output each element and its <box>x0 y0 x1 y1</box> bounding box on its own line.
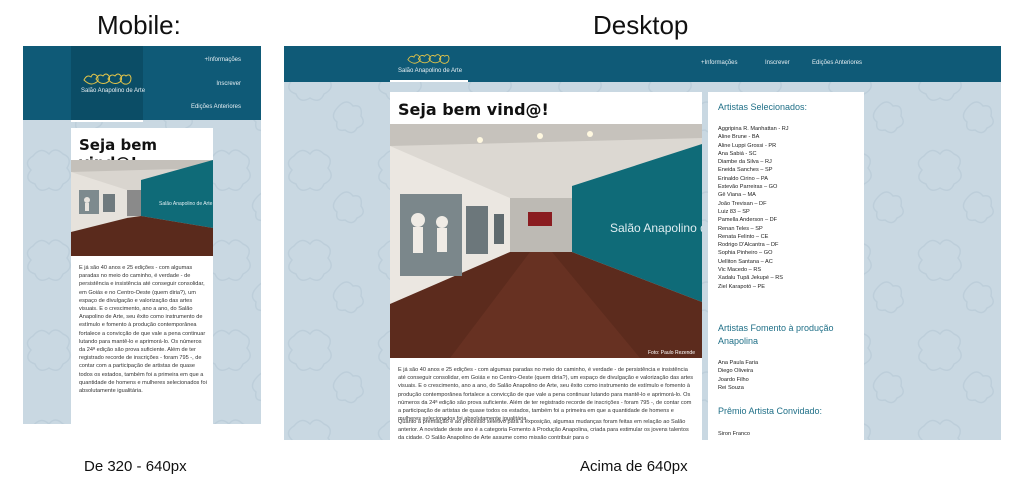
artist-list-item: Sophia Pinheiro – GO <box>718 250 773 257</box>
mobile-label: Mobile: <box>97 10 181 40</box>
photo-credit: Foto: Paulo Rezende <box>648 350 695 356</box>
artist-list-item: Diambe da Silva – RJ <box>718 159 772 166</box>
artist-list-item: Xadalu Tupã Jekupé – RS <box>718 275 783 282</box>
artist-list-item: João Trevisan – DF <box>718 200 767 207</box>
artist-list-item: Ziel Karapotó – PE <box>718 283 765 290</box>
mobile-header: Salão Anapolino de Arte +Informações Ins… <box>23 46 261 120</box>
desktop-label: Desktop <box>593 10 689 40</box>
artist-list-item: Renata Felinto – CE <box>718 233 769 240</box>
logo-text: Salão Anapolino de Arte <box>81 88 146 94</box>
nav-item-inscrever[interactable]: Inscrever <box>216 81 241 87</box>
gallery-wall-text: Salão Anapolino de Arte <box>159 201 213 207</box>
mobile-range-label: De 320 - 640px <box>84 458 187 475</box>
intro-paragraph: E já são 40 anos e 25 edições - com algu… <box>398 367 694 423</box>
artist-list-item: Ana Sabiá - SC <box>718 150 757 157</box>
desktop-preview: Salão Anapolino de Arte +Informações Ins… <box>284 46 1001 440</box>
invited-artist-heading: Prêmio Artista Convidado: <box>718 406 823 416</box>
fomento-artists-list: Ana Paula Faria Diego Oliveira Joardo Filh… <box>718 359 758 392</box>
artist-list-item: Ana Paula Faria <box>718 360 759 366</box>
fomento-artists-heading: Artistas Fomento à produção Anapolina <box>718 323 834 346</box>
desktop-logo[interactable]: Salão Anapolino de Arte <box>390 46 468 82</box>
artist-list-item: Aline Brune - BA <box>718 134 760 141</box>
gallery-photo-image: Salão Anapolino de Arte <box>71 160 213 256</box>
gallery-photo: Salão Anapolino de Arte <box>71 160 213 256</box>
artist-list-item: Luiz 83 – SP <box>718 208 750 215</box>
artist-list-item: Diego Oliveira <box>718 368 754 375</box>
gallery-wall-text: Salão Anapolino de Arte <box>610 221 702 235</box>
artist-list-item: Rodrigo D'Alcantra – DF <box>718 242 779 249</box>
desktop-logo-underline <box>390 80 468 82</box>
intro-paragraph: E já são 40 anos e 25 edições - com algu… <box>79 265 207 395</box>
nav-item-edicoes[interactable]: Edições Anteriores <box>191 104 241 110</box>
artist-list-item: Uelliton Santana – AC <box>718 258 773 265</box>
artist-list-item: Aggripina R. Manhattan - RJ <box>718 126 789 132</box>
mobile-preview: Salão Anapolino de Arte +Informações Ins… <box>23 46 261 424</box>
nav-item-informacoes[interactable]: +Informações <box>204 57 241 63</box>
artist-list-item: Eneida Sanches – SP <box>718 167 773 174</box>
artist-list-item: Estevão Parreiras – GO <box>718 184 778 191</box>
artist-list-item: Pamella Anderson – DF <box>718 217 778 224</box>
nav-item-inscrever[interactable]: Inscrever <box>765 60 790 66</box>
desktop-sidebar: Artistas Selecionados: Aggripina R. Manh… <box>708 92 864 440</box>
artist-list-item: Joardo Filho <box>718 376 749 383</box>
artist-list-item: Vic Macedo – RS <box>718 267 762 274</box>
prize-paragraph: Quanto à premiação e ao processo seletiv… <box>398 419 689 440</box>
gallery-photo-image: Salão Anapolino de Arte Foto: Paulo Reze… <box>390 124 702 358</box>
desktop-header: Salão Anapolino de Arte +Informações Ins… <box>284 46 1001 82</box>
artist-list-item: Gê Viana – MA <box>718 192 756 199</box>
selected-artists-list: Aggripina R. Manhattan - RJ Aline Brune -… <box>718 125 789 291</box>
mobile-logo[interactable]: Salão Anapolino de Arte <box>71 46 146 120</box>
gallery-photo: Salão Anapolino de Arte Foto: Paulo Reze… <box>390 124 702 358</box>
nav-item-edicoes[interactable]: Edições Anteriores <box>812 60 862 66</box>
artist-list-item: Siron Franco <box>718 431 751 437</box>
artist-list-item: Rei Souza <box>718 384 744 391</box>
invited-artist-list: Siron Franco <box>718 430 750 438</box>
desktop-range-label: Acima de 640px <box>580 458 688 475</box>
logo-mark-icon <box>83 73 132 85</box>
desktop-content-card: Seja bem vind@! Salão Anapolino Foto: Pa… <box>390 92 702 440</box>
artist-list-item: Renan Teles – SP <box>718 225 763 232</box>
nav-item-informacoes[interactable]: +Informações <box>701 60 738 66</box>
selected-artists-heading: Artistas Selecionados: <box>718 102 808 112</box>
mobile-content-card: Seja bem vind@! Salão Anapolino de Arte … <box>71 128 213 424</box>
artist-list-item: Aline Luppi Grossi - PR <box>718 142 777 149</box>
page-title: Seja bem vind@! <box>398 100 549 119</box>
logo-text: Salão Anapolino de Arte <box>398 68 463 74</box>
artist-list-item: Erinaldo Cirino – PA <box>718 175 768 182</box>
mobile-nav-underline <box>71 120 143 122</box>
logo-mark-icon <box>407 54 450 64</box>
